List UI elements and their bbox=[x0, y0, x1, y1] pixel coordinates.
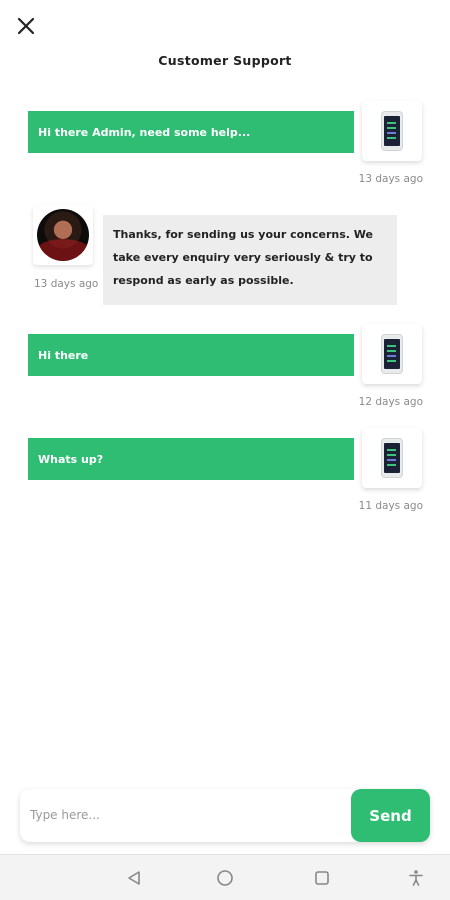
close-icon bbox=[17, 17, 35, 35]
message-timestamp: 13 days ago bbox=[34, 278, 99, 290]
home-icon[interactable] bbox=[214, 867, 236, 889]
attachment-thumbnail[interactable] bbox=[362, 428, 422, 488]
send-button[interactable]: Send bbox=[351, 789, 430, 842]
attachment-thumbnail[interactable] bbox=[362, 324, 422, 384]
phone-image-icon bbox=[381, 438, 403, 478]
avatar[interactable] bbox=[33, 205, 93, 265]
avatar-image bbox=[37, 209, 89, 261]
message-bubble[interactable]: Whats up? bbox=[28, 438, 354, 480]
page-title: Customer Support bbox=[158, 53, 292, 68]
message-timestamp: 12 days ago bbox=[358, 396, 423, 408]
message-timestamp: 13 days ago bbox=[358, 173, 423, 185]
accessibility-icon[interactable] bbox=[405, 867, 427, 889]
system-nav-bar bbox=[0, 854, 450, 900]
message-input[interactable] bbox=[30, 803, 330, 827]
message-bubble[interactable]: Hi there Admin, need some help... bbox=[28, 111, 354, 153]
attachment-thumbnail[interactable] bbox=[362, 101, 422, 161]
recents-icon[interactable] bbox=[311, 867, 333, 889]
back-icon[interactable] bbox=[123, 867, 145, 889]
message-composer: Send bbox=[20, 789, 430, 842]
close-button[interactable] bbox=[12, 12, 40, 40]
message-bubble[interactable]: Hi there bbox=[28, 334, 354, 376]
phone-image-icon bbox=[381, 111, 403, 151]
phone-image-icon bbox=[381, 334, 403, 374]
message-bubble[interactable]: Thanks, for sending us your concerns. We… bbox=[103, 215, 397, 305]
message-timestamp: 11 days ago bbox=[358, 500, 423, 512]
